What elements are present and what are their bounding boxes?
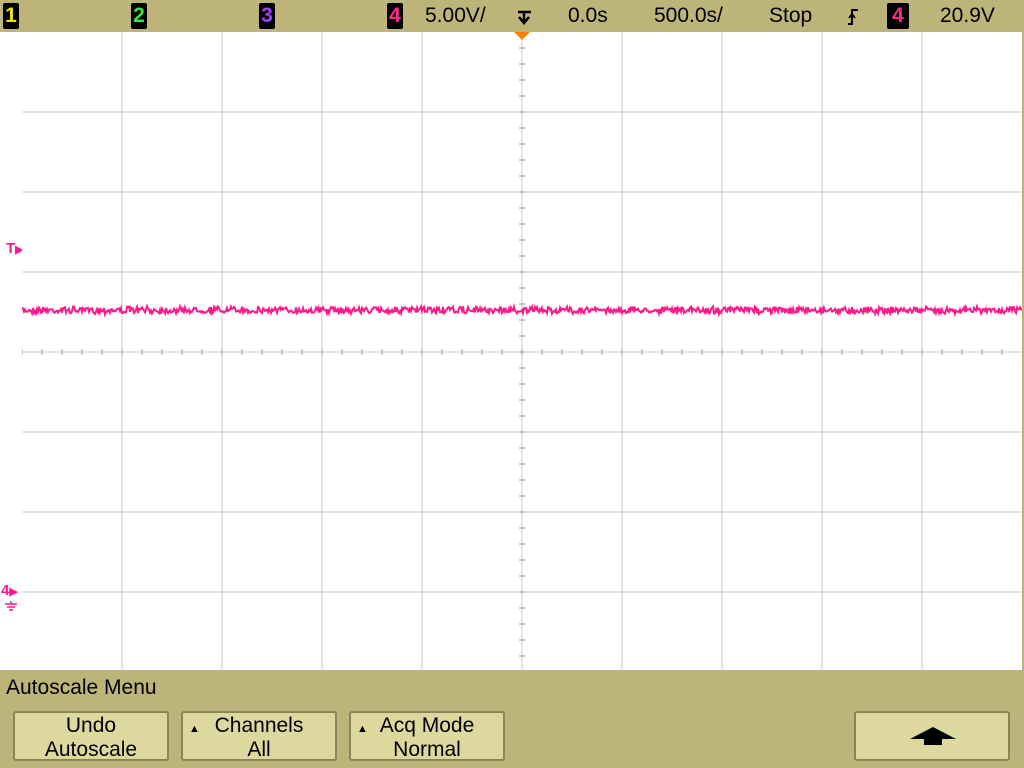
trigger-level: 20.9V <box>940 4 995 27</box>
acq-mode-line2: Normal <box>393 738 461 761</box>
undo-autoscale-line2: Autoscale <box>44 738 138 761</box>
caret-up-icon: ▲ <box>189 723 200 735</box>
marker-arrow-icon: ▶ <box>9 586 18 598</box>
run-state: Stop <box>769 4 813 27</box>
channel-2-indicator[interactable]: 2 <box>131 3 147 29</box>
channel-3-indicator[interactable]: 3 <box>259 3 275 29</box>
menu-up-button[interactable] <box>854 711 1010 761</box>
trigger-level-marker-label: T <box>6 240 16 257</box>
channel-4-indicator[interactable]: 4 <box>387 3 403 29</box>
trigger-position-icon <box>514 4 536 35</box>
channels-button[interactable]: ▲ Channels All <box>181 711 337 761</box>
acq-mode-button[interactable]: ▲ Acq Mode Normal <box>349 711 505 761</box>
menu-title: Autoscale Menu <box>6 676 157 699</box>
waveform-display[interactable] <box>21 31 1023 670</box>
time-delay: 0.0s <box>568 4 608 27</box>
caret-up-icon: ▲ <box>357 723 368 735</box>
channels-line2: All <box>247 738 271 761</box>
ground-icon <box>4 598 18 616</box>
undo-autoscale-line1: Undo <box>65 714 117 737</box>
time-scale: 500.0s/ <box>654 4 723 27</box>
status-bar: 1 2 3 4 5.00V/ 0.0s 500.0s/ Stop 4 20.9V <box>0 0 1024 32</box>
channel-1-indicator[interactable]: 1 <box>3 3 19 29</box>
channel-4-scale: 5.00V/ <box>425 4 486 27</box>
trigger-level-marker: T▶ <box>6 241 24 258</box>
trigger-source: 4 <box>887 3 909 29</box>
undo-autoscale-button[interactable]: Undo Autoscale <box>13 711 169 761</box>
channels-line1: Channels <box>214 714 304 737</box>
trigger-delay-marker <box>514 32 530 40</box>
acq-mode-line1: Acq Mode <box>379 714 475 737</box>
marker-strip <box>0 32 23 670</box>
rising-edge-icon <box>846 4 860 35</box>
up-arrow-icon <box>908 725 958 753</box>
graticule <box>21 31 1023 670</box>
